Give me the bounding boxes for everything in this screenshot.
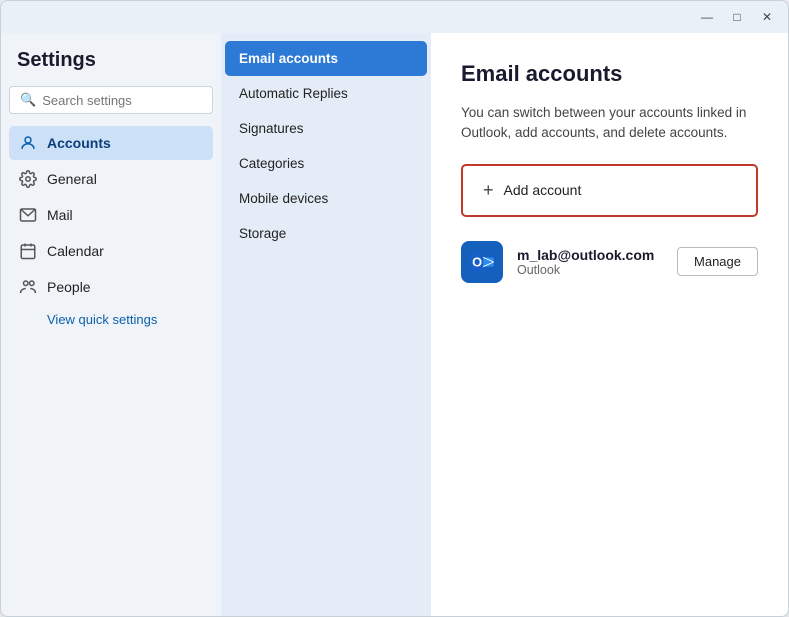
manage-button[interactable]: Manage <box>677 247 758 276</box>
mid-nav: Email accounts Automatic Replies Signatu… <box>221 33 431 616</box>
titlebar: — □ ✕ <box>1 1 788 33</box>
settings-window: — □ ✕ Settings 🔍 Accounts <box>0 0 789 617</box>
sidebar-item-people[interactable]: People <box>9 270 213 304</box>
svg-text:O: O <box>472 254 482 269</box>
add-account-button[interactable]: + Add account <box>461 164 758 217</box>
search-input[interactable] <box>42 93 202 108</box>
gear-icon <box>19 170 37 188</box>
sidebar-item-mail[interactable]: Mail <box>9 198 213 232</box>
envelope-icon <box>19 206 37 224</box>
page-title: Email accounts <box>461 61 758 87</box>
mid-nav-automatic-replies[interactable]: Automatic Replies <box>225 76 427 111</box>
mid-nav-email-accounts[interactable]: Email accounts <box>225 41 427 76</box>
sidebar-item-people-label: People <box>47 279 91 295</box>
maximize-button[interactable]: □ <box>724 7 750 27</box>
search-icon: 🔍 <box>20 92 36 108</box>
mid-nav-categories[interactable]: Categories <box>225 146 427 181</box>
sidebar-item-calendar-label: Calendar <box>47 243 104 259</box>
minimize-button[interactable]: — <box>694 7 720 27</box>
sidebar-item-mail-label: Mail <box>47 207 73 223</box>
sidebar-item-calendar[interactable]: Calendar <box>9 234 213 268</box>
main-content: Email accounts You can switch between yo… <box>431 33 788 616</box>
sidebar-item-accounts-label: Accounts <box>47 135 111 151</box>
sidebar-item-accounts[interactable]: Accounts <box>9 126 213 160</box>
person-icon <box>19 134 37 152</box>
content-area: Settings 🔍 Accounts General <box>1 33 788 616</box>
sidebar: Settings 🔍 Accounts General <box>1 33 221 616</box>
account-row: O m_lab@outlook.com Outlook Manage <box>461 231 758 293</box>
outlook-icon: O <box>468 248 496 276</box>
account-avatar: O <box>461 241 503 283</box>
account-type: Outlook <box>517 263 663 277</box>
plus-icon: + <box>483 180 494 201</box>
mid-nav-storage[interactable]: Storage <box>225 216 427 251</box>
people-icon <box>19 278 37 296</box>
sidebar-item-general-label: General <box>47 171 97 187</box>
add-account-label: Add account <box>504 182 582 198</box>
search-box[interactable]: 🔍 <box>9 86 213 114</box>
calendar-icon <box>19 242 37 260</box>
main-description: You can switch between your accounts lin… <box>461 103 758 144</box>
account-email: m_lab@outlook.com <box>517 247 663 263</box>
sidebar-title: Settings <box>9 49 213 84</box>
sidebar-item-general[interactable]: General <box>9 162 213 196</box>
close-button[interactable]: ✕ <box>754 7 780 27</box>
account-info: m_lab@outlook.com Outlook <box>517 247 663 277</box>
view-quick-settings-link[interactable]: View quick settings <box>9 306 213 333</box>
mid-nav-signatures[interactable]: Signatures <box>225 111 427 146</box>
mid-nav-mobile-devices[interactable]: Mobile devices <box>225 181 427 216</box>
